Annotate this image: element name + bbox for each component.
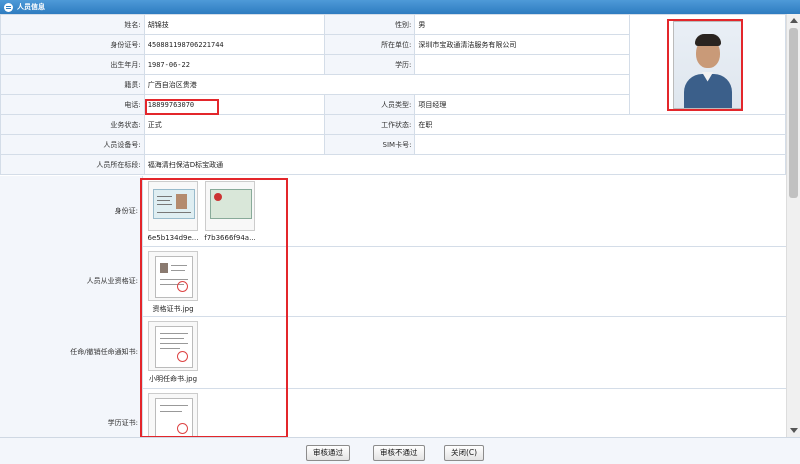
edu-cert-label: 学历证书: (0, 388, 143, 437)
window-title: 人员信息 (17, 3, 45, 11)
window-titlebar: 人员信息 (0, 0, 800, 14)
name-value: 胡锦技 (143, 14, 325, 35)
photo-cell (629, 14, 786, 115)
id-card-file-2[interactable]: f7b3666f94a... (203, 181, 257, 242)
origin-label: 籍贯: (0, 74, 145, 95)
biz-status-value: 正式 (143, 114, 325, 135)
edu-cert-file[interactable] (146, 393, 200, 437)
footer-bar: 审核通过 审核不通过 关闭(C) (0, 437, 800, 464)
id-card-label: 身份证: (0, 176, 143, 246)
qualification-section: 人员从业资格证: 资格证书.jpg (0, 246, 786, 317)
section-label: 人员所在标段: (0, 154, 145, 175)
info-table: 姓名: 胡锦技 性别: 男 身份证号: 450881198706221744 所… (0, 14, 786, 175)
edu-cert-thumbnail[interactable] (148, 393, 198, 437)
close-button[interactable]: 关闭(C) (444, 445, 485, 461)
work-status-value: 在职 (414, 114, 786, 135)
device-value (143, 134, 325, 155)
appointment-label: 任命/撤销任命通知书: (0, 316, 143, 388)
work-status-label: 工作状态: (323, 114, 416, 135)
file-name: 小明任命书.jpg (148, 375, 198, 383)
gender-value: 男 (414, 14, 631, 35)
edu-cert-section: 学历证书: (0, 388, 786, 437)
id-card-file-1[interactable]: 6e5b134d9e... (146, 181, 200, 242)
birth-value: 1987-06-22 (143, 54, 325, 75)
edu-value (414, 54, 631, 75)
reject-button[interactable]: 审核不通过 (373, 445, 425, 461)
file-name: 6e5b134d9e... (147, 234, 199, 242)
device-label: 人员设备号: (0, 134, 145, 155)
scrollbar-thumb[interactable] (789, 28, 798, 198)
approve-button[interactable]: 审核通过 (306, 445, 350, 461)
biz-status-label: 业务状态: (0, 114, 145, 135)
scroll-down-arrow-icon[interactable] (790, 428, 798, 433)
unit-value: 深圳市宝政通清洁服务有限公司 (414, 34, 631, 55)
sim-label: SIM卡号: (323, 134, 416, 155)
qualification-thumbnail[interactable] (148, 251, 198, 301)
id-card-front-thumbnail[interactable] (148, 181, 198, 231)
phone-label: 电话: (0, 94, 145, 115)
list-icon (4, 2, 13, 12)
origin-value: 广西自治区贵港 (143, 74, 631, 95)
type-value: 项目经理 (414, 94, 631, 115)
section-value: 福海清扫保洁D标宝政通 (143, 154, 786, 175)
edu-label: 学历: (323, 54, 416, 75)
qualification-label: 人员从业资格证: (0, 246, 143, 316)
birth-label: 出生年月: (0, 54, 145, 75)
id-card-back-thumbnail[interactable] (205, 181, 255, 231)
person-photo (672, 20, 743, 109)
name-label: 姓名: (0, 14, 145, 35)
sim-value (414, 134, 786, 155)
id-label: 身份证号: (0, 34, 145, 55)
file-name: f7b3666f94a... (204, 234, 256, 242)
gender-label: 性别: (323, 14, 416, 35)
type-label: 人员类型: (323, 94, 416, 115)
qualification-file[interactable]: 资格证书.jpg (146, 251, 200, 314)
appointment-thumbnail[interactable] (148, 321, 198, 371)
unit-label: 所在单位: (323, 34, 416, 55)
phone-value: 18899763070 (143, 94, 325, 115)
info-content[interactable]: 姓名: 胡锦技 性别: 男 身份证号: 450881198706221744 所… (0, 14, 786, 437)
appointment-section: 任命/撤销任命通知书: 小明任命书.jpg (0, 316, 786, 389)
appointment-file[interactable]: 小明任命书.jpg (146, 321, 200, 384)
id-number-value: 450881198706221744 (143, 34, 325, 55)
id-card-section: 身份证: 6e5b134d9e... f7b3666f94a... (0, 176, 786, 247)
scroll-up-arrow-icon[interactable] (790, 18, 798, 23)
file-name: 资格证书.jpg (152, 305, 194, 313)
vertical-scrollbar[interactable] (786, 14, 800, 437)
